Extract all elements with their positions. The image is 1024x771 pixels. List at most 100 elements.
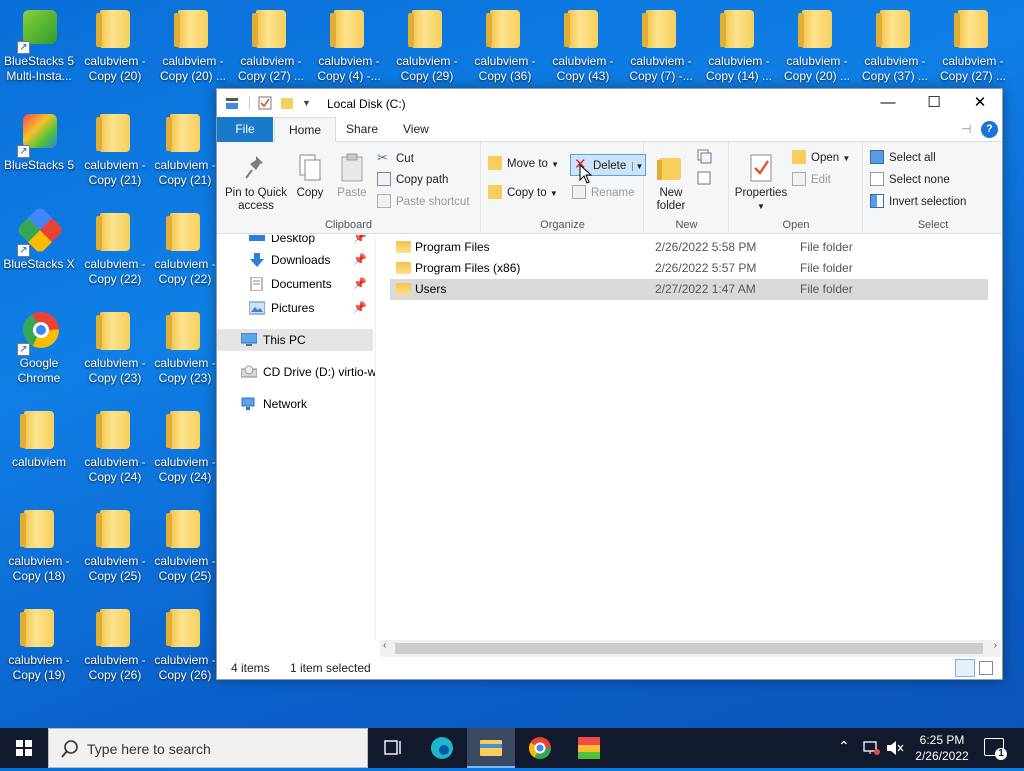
- tab-view[interactable]: View: [389, 117, 443, 142]
- taskbar-file-explorer-button[interactable]: [467, 728, 515, 768]
- folder-icon: [954, 10, 988, 48]
- desktop-icon-folder[interactable]: calubviem - Copy (20) ...: [778, 0, 856, 96]
- copy-path-button[interactable]: Copy path: [377, 170, 448, 190]
- open-folder-icon: [792, 150, 806, 164]
- nav-item-network[interactable]: Network: [217, 393, 375, 415]
- large-icons-view-icon[interactable]: [979, 661, 993, 675]
- tab-share[interactable]: Share: [332, 117, 392, 142]
- desktop-icon-folder[interactable]: calubviem - Copy (7) -...: [622, 0, 700, 96]
- minimize-button[interactable]: —: [865, 89, 911, 117]
- copy-button[interactable]: Copy: [293, 152, 327, 200]
- desktop-icon-label: BlueStacks 5: [3, 158, 75, 172]
- desktop-icon-folder[interactable]: calubviem - Copy (18): [0, 500, 78, 596]
- desktop-icon-folder[interactable]: calubviem - Copy (20): [76, 0, 154, 96]
- desktop-icon-folder[interactable]: calubviem - Copy (21): [154, 104, 216, 200]
- desktop-icon-folder[interactable]: calubviem - Copy (22): [76, 203, 154, 299]
- clock[interactable]: 6:25 PM 2/26/2022: [912, 732, 972, 764]
- nav-item-downloads[interactable]: Downloads 📌: [217, 249, 375, 271]
- new-folder-button[interactable]: New folder: [651, 152, 691, 213]
- edit-button[interactable]: Edit: [792, 170, 831, 190]
- nav-item-pictures[interactable]: Pictures 📌: [217, 297, 375, 319]
- desktop-icon-folder[interactable]: calubviem - Copy (4) -...: [310, 0, 388, 96]
- select-all-button[interactable]: Select all: [870, 148, 936, 168]
- desktop-icon-folder[interactable]: calubviem - Copy (20) ...: [154, 0, 232, 96]
- desktop-icon-folder[interactable]: calubviem - Copy (36): [466, 0, 544, 96]
- open-button[interactable]: Open ▼: [792, 148, 850, 168]
- desktop-icon-folder[interactable]: calubviem - Copy (43): [544, 0, 622, 96]
- select-all-label: Select all: [889, 152, 936, 164]
- new-group: New folder New: [645, 142, 729, 234]
- desktop-icon-folder[interactable]: calubviem - Copy (26): [154, 599, 216, 695]
- desktop-icon-folder[interactable]: calubviem - Copy (21): [76, 104, 154, 200]
- copy-to-button[interactable]: Copy to ▼: [488, 183, 558, 203]
- properties-button[interactable]: Properties ▼: [732, 152, 790, 213]
- pin-quick-access-button[interactable]: Pin to Quick access: [223, 152, 289, 213]
- network-status-icon[interactable]: [862, 740, 880, 756]
- start-button[interactable]: [0, 728, 48, 768]
- pane-divider[interactable]: [375, 235, 376, 641]
- desktop-icon-folder[interactable]: calubviem - Copy (23): [76, 302, 154, 398]
- show-hidden-icons-icon[interactable]: ⌃: [838, 738, 850, 755]
- cut-button[interactable]: ✂ Cut: [377, 148, 414, 168]
- desktop-icon-folder[interactable]: calubviem - Copy (25): [154, 500, 216, 596]
- details-view-icon[interactable]: [955, 659, 975, 677]
- scroll-right-icon[interactable]: ›: [994, 640, 997, 651]
- pin-ribbon-icon[interactable]: ⊣: [961, 122, 971, 136]
- desktop-icon-folder[interactable]: calubviem - Copy (27) ...: [232, 0, 310, 96]
- scroll-left-icon[interactable]: ‹: [383, 640, 386, 651]
- volume-muted-icon[interactable]: [886, 740, 904, 756]
- desktop-icon-folder[interactable]: calubviem - Copy (14) ...: [700, 0, 778, 96]
- paste-button[interactable]: Paste: [335, 152, 369, 200]
- desktop-icon-folder[interactable]: calubviem - Copy (22): [154, 203, 216, 299]
- taskbar-bluestacks-button[interactable]: [565, 728, 613, 768]
- desktop-icon-chrome[interactable]: ↗ Google Chrome: [0, 302, 78, 398]
- task-view-button[interactable]: [368, 728, 416, 768]
- desktop-icon-bluestacks-multi[interactable]: ↗ BlueStacks 5 Multi-Insta...: [0, 0, 78, 96]
- close-button[interactable]: ✕: [957, 89, 1003, 117]
- taskbar-edge-button[interactable]: [418, 728, 466, 768]
- new-item-icon[interactable]: [695, 148, 715, 164]
- desktop-icon-folder[interactable]: calubviem: [0, 401, 78, 497]
- desktop-icon-folder[interactable]: calubviem - Copy (24): [76, 401, 154, 497]
- desktop-icon-folder[interactable]: calubviem - Copy (29): [388, 0, 466, 96]
- rename-button[interactable]: Rename: [572, 183, 634, 203]
- delete-dropdown-icon[interactable]: ▼: [632, 162, 644, 171]
- action-center-icon[interactable]: 1: [984, 738, 1007, 760]
- tab-file[interactable]: File: [217, 117, 273, 142]
- file-row[interactable]: Program Files (x86) 2/26/2022 5:57 PM Fi…: [390, 258, 988, 279]
- paste-shortcut-button[interactable]: Paste shortcut: [377, 192, 470, 212]
- desktop-icon-folder[interactable]: calubviem - Copy (37) ...: [856, 0, 934, 96]
- file-row-selected[interactable]: Users 2/27/2022 1:47 AM File folder: [390, 279, 988, 300]
- maximize-button[interactable]: ☐: [911, 89, 957, 117]
- new-folder-quick-icon[interactable]: [280, 96, 294, 110]
- help-icon[interactable]: ?: [981, 121, 998, 138]
- desktop-icon-bluestacks[interactable]: ↗ BlueStacks 5: [0, 104, 78, 200]
- nav-item-desktop[interactable]: Desktop 📌: [217, 235, 375, 249]
- move-to-button[interactable]: Move to ▼: [488, 154, 559, 174]
- desktop-icon-folder[interactable]: calubviem - Copy (26): [76, 599, 154, 695]
- file-row[interactable]: Program Files 2/26/2022 5:58 PM File fol…: [390, 237, 988, 258]
- scrollbar-thumb[interactable]: [395, 643, 983, 654]
- bluestacks-icon: [578, 737, 600, 759]
- desktop-icon-folder[interactable]: calubviem - Copy (27) ...: [934, 0, 1012, 96]
- taskbar-search-box[interactable]: Type here to search: [48, 728, 368, 768]
- invert-selection-button[interactable]: Invert selection: [870, 192, 966, 212]
- properties-quick-icon[interactable]: [258, 96, 272, 110]
- desktop-icon-folder[interactable]: calubviem - Copy (24): [154, 401, 216, 497]
- desktop-icon-bluestacks-x[interactable]: ↗ BlueStacks X: [0, 203, 78, 299]
- tab-home[interactable]: Home: [274, 117, 337, 143]
- taskbar-chrome-button[interactable]: [516, 728, 564, 768]
- horizontal-scrollbar[interactable]: ‹ ›: [380, 640, 1001, 657]
- easy-access-icon[interactable]: [695, 170, 715, 186]
- nav-item-documents[interactable]: Documents 📌: [217, 273, 375, 295]
- new-group-label: New: [675, 219, 698, 231]
- select-none-button[interactable]: Select none: [870, 170, 950, 190]
- nav-item-this-pc[interactable]: This PC: [217, 329, 373, 351]
- window-title: Local Disk (C:): [327, 97, 406, 111]
- title-bar[interactable]: ▼ Local Disk (C:) — ☐ ✕: [217, 89, 1002, 117]
- desktop-icon-folder[interactable]: calubviem - Copy (25): [76, 500, 154, 596]
- customize-quick-access-icon[interactable]: ▼: [302, 98, 311, 108]
- nav-item-cd-drive[interactable]: CD Drive (D:) virtio-w: [217, 361, 375, 383]
- desktop-icon-folder[interactable]: calubviem - Copy (19): [0, 599, 78, 695]
- desktop-icon-folder[interactable]: calubviem - Copy (23): [154, 302, 216, 398]
